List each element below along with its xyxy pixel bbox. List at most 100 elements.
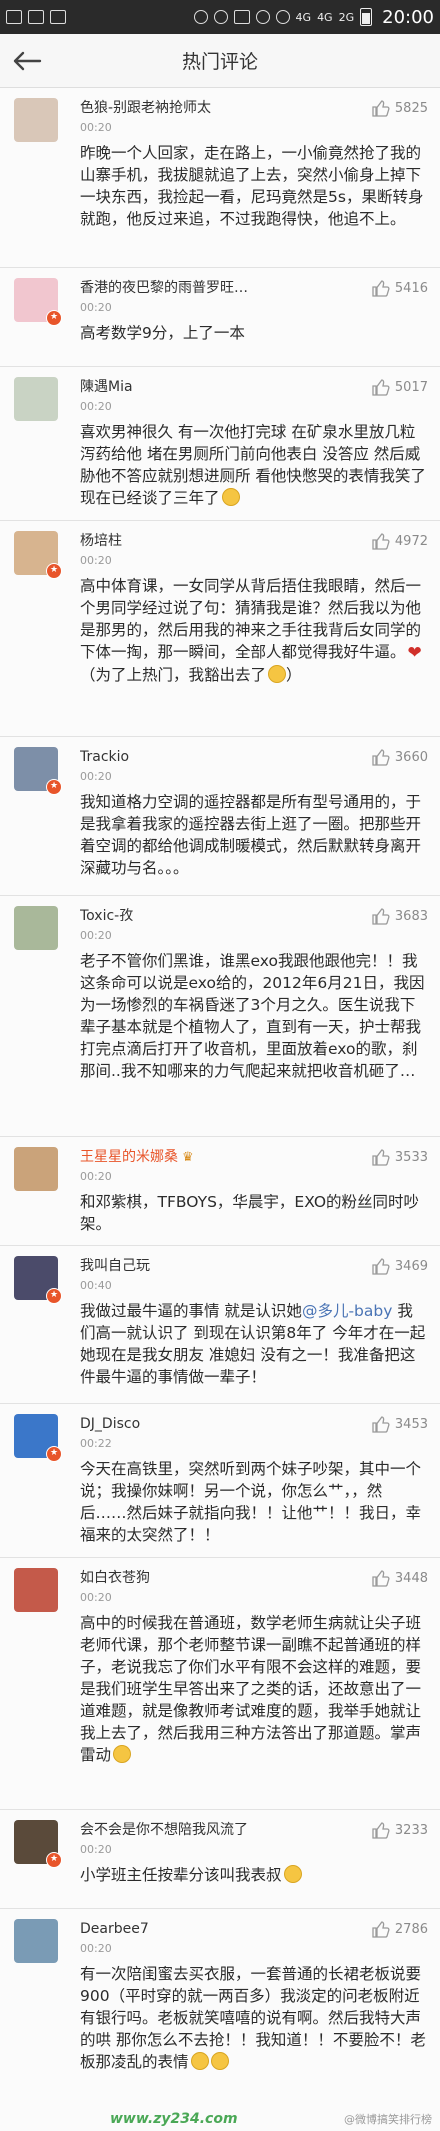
thumbs-up-icon bbox=[372, 100, 390, 117]
comment-username[interactable]: 陳遇Mia bbox=[80, 377, 330, 397]
like-button[interactable]: 5017 bbox=[372, 379, 428, 396]
avatar[interactable] bbox=[14, 906, 58, 950]
avatar[interactable] bbox=[14, 1147, 58, 1191]
comment-username[interactable]: 杨培柱 bbox=[80, 531, 330, 551]
like-button[interactable]: 3533 bbox=[372, 1149, 428, 1166]
smile-emoji-icon bbox=[210, 2052, 229, 2070]
avatar[interactable] bbox=[14, 1919, 58, 1963]
thumbs-up-icon bbox=[372, 1416, 390, 1433]
comment-text: 喜欢男神很久 有一次他打完球 在矿泉水里放几粒泻药给他 堵在男厕所门前向他表白 … bbox=[80, 421, 428, 509]
comment-username[interactable]: 会不会是你不想陪我风流了 bbox=[80, 1820, 330, 1840]
page-title: 热门评论 bbox=[181, 51, 258, 73]
verified-badge-icon: ★ bbox=[46, 779, 62, 795]
comment-item: Dearbee7 00:20 2786 有一次陪闺蜜去买衣服，一套普通的长裙老板… bbox=[0, 1909, 440, 2121]
comment-time: 00:20 bbox=[80, 1942, 112, 1955]
eye-icon bbox=[193, 10, 208, 24]
like-button[interactable]: 5416 bbox=[372, 280, 428, 297]
comment-time: 00:22 bbox=[80, 1437, 112, 1450]
comment-text-body: 我做过最牛逼的事情 就是认识她 bbox=[80, 1302, 302, 1320]
avatar[interactable] bbox=[14, 1568, 58, 1612]
like-count: 3533 bbox=[394, 1150, 428, 1165]
comment-time: 00:20 bbox=[80, 554, 112, 567]
notification-mail-icon bbox=[6, 10, 22, 24]
comment-username[interactable]: 色狼-别跟老衲抢师太 bbox=[80, 98, 330, 118]
like-count: 3660 bbox=[394, 750, 428, 765]
like-button[interactable]: 3660 bbox=[372, 749, 428, 766]
verified-badge-icon: ★ bbox=[46, 563, 62, 579]
comment-username[interactable]: 香港的夜巴黎的雨普罗旺… bbox=[80, 278, 330, 298]
notification-app-icon bbox=[50, 10, 66, 24]
network-type-1: 4G bbox=[295, 10, 312, 24]
comment-username[interactable]: 如白衣苍狗 bbox=[80, 1568, 330, 1588]
comment-username[interactable]: Toxic-孜 bbox=[80, 906, 330, 926]
back-arrow-icon bbox=[13, 51, 42, 70]
comment-text-body: 喜欢男神很久 有一次他打完球 在矿泉水里放几粒泻药给他 堵在男厕所门前向他表白 … bbox=[80, 423, 426, 507]
like-count: 2786 bbox=[394, 1922, 428, 1937]
comment-text-body: 小学班主任按辈分该叫我表叔 bbox=[80, 1866, 282, 1884]
clock: 20:00 bbox=[382, 6, 434, 28]
back-button[interactable] bbox=[0, 34, 54, 88]
smile-emoji-icon bbox=[190, 2052, 209, 2070]
cool-emoji-icon bbox=[113, 1745, 132, 1763]
like-button[interactable]: 2786 bbox=[372, 1921, 428, 1938]
comment-item: ★ DJ_Disco 00:22 3453 今天在高铁里，突然听到两个妹子吵架，… bbox=[0, 1404, 440, 1558]
smile-emoji-icon bbox=[221, 488, 240, 506]
comment-time: 00:20 bbox=[80, 1591, 112, 1604]
avatar[interactable] bbox=[14, 98, 58, 142]
avatar[interactable] bbox=[14, 377, 58, 421]
site-watermark: www.zy234.com bbox=[110, 2111, 238, 2127]
comment-item: 陳遇Mia 00:20 5017 喜欢男神很久 有一次他打完球 在矿泉水里放几粒… bbox=[0, 367, 440, 521]
comment-time: 00:20 bbox=[80, 1170, 112, 1183]
comment-username[interactable]: DJ_Disco bbox=[80, 1414, 330, 1434]
comment-time: 00:20 bbox=[80, 1843, 112, 1856]
comment-username[interactable]: 我叫自己玩 bbox=[80, 1256, 330, 1276]
like-count: 3233 bbox=[394, 1823, 428, 1838]
comment-item: ★ 会不会是你不想陪我风流了 00:20 3233 小学班主任按辈分该叫我表叔 bbox=[0, 1810, 440, 1909]
like-button[interactable]: 3469 bbox=[372, 1258, 428, 1275]
comment-item: 色狼-别跟老衲抢师太 00:20 5825 昨晚一个人回家，走在路上，一小偷竟然… bbox=[0, 88, 440, 268]
comment-time: 00:20 bbox=[80, 301, 112, 314]
like-count: 3453 bbox=[394, 1417, 428, 1432]
thumbs-up-icon bbox=[372, 1570, 390, 1587]
like-button[interactable]: 4972 bbox=[372, 533, 428, 550]
wifi-icon bbox=[275, 10, 290, 24]
like-count: 5017 bbox=[394, 380, 428, 395]
comment-time: 00:20 bbox=[80, 121, 112, 134]
source-watermark: @微博搞笑排行榜 bbox=[344, 2113, 432, 2126]
comment-text: 我知道格力空调的遥控器都是所有型号通用的，于是我拿着我家的遥控器去街上逛了一圈。… bbox=[80, 793, 422, 877]
comment-item: 王星星的米娜桑 ♛ 00:20 3533 和邓紫棋，TFBOYS，华晨宇，EXO的… bbox=[0, 1137, 440, 1246]
nfc-icon bbox=[233, 10, 250, 24]
battery-icon bbox=[360, 8, 373, 26]
comment-text: 有一次陪闺蜜去买衣服，一套普通的长裙老板说要900（平时穿的就一两百多）我淡定的… bbox=[80, 1963, 428, 2073]
thumbs-up-icon bbox=[372, 280, 390, 297]
bluetooth-icon bbox=[213, 10, 228, 24]
like-button[interactable]: 3448 bbox=[372, 1570, 428, 1587]
comment-item: ★ 香港的夜巴黎的雨普罗旺… 00:20 5416 高考数学9分，上了一本 bbox=[0, 268, 440, 367]
like-count: 3448 bbox=[394, 1571, 428, 1586]
user-mention-link[interactable]: @多儿-baby bbox=[302, 1302, 392, 1320]
comment-text-body: 高中体育课，一女同学从背后捂住我眼睛，然后一个男同学经过说了句：猜猜我是谁？然后… bbox=[80, 577, 422, 661]
network-type-2: 4G bbox=[317, 10, 333, 24]
like-button[interactable]: 3453 bbox=[372, 1416, 428, 1433]
comment-username[interactable]: Trackio bbox=[80, 747, 330, 767]
like-button[interactable]: 3683 bbox=[372, 908, 428, 925]
thumbs-up-icon bbox=[372, 1822, 390, 1839]
comment-text-tail: （为了上热门，我豁出去了 bbox=[80, 666, 267, 684]
like-button[interactable]: 3233 bbox=[372, 1822, 428, 1839]
comment-text: 高考数学9分，上了一本 bbox=[80, 324, 245, 342]
comment-username[interactable]: 王星星的米娜桑 ♛ bbox=[80, 1147, 330, 1167]
thumbs-up-icon bbox=[372, 1258, 390, 1275]
smile-emoji-icon bbox=[268, 665, 287, 683]
comment-username[interactable]: Dearbee7 bbox=[80, 1919, 330, 1939]
comment-time: 00:20 bbox=[80, 770, 112, 783]
comment-item: Toxic-孜 00:20 3683 老子不管你们黑谁，谁黑exo我跟他跟他完！… bbox=[0, 896, 440, 1137]
vip-crown-icon: ♛ bbox=[182, 1150, 194, 1165]
broken-heart-emoji-icon: ❤ bbox=[407, 643, 422, 663]
verified-badge-icon: ★ bbox=[46, 1852, 62, 1868]
like-button[interactable]: 5825 bbox=[372, 100, 428, 117]
like-count: 3683 bbox=[394, 909, 428, 924]
title-bar: 热门评论 bbox=[0, 34, 440, 88]
comment-text: 小学班主任按辈分该叫我表叔 bbox=[80, 1864, 428, 1886]
thumbs-up-icon bbox=[372, 379, 390, 396]
comment-text: 高中的时候我在普通班，数学老师生病就让尖子班老师代课，那个老师整节课一副瞧不起普… bbox=[80, 1612, 428, 1766]
